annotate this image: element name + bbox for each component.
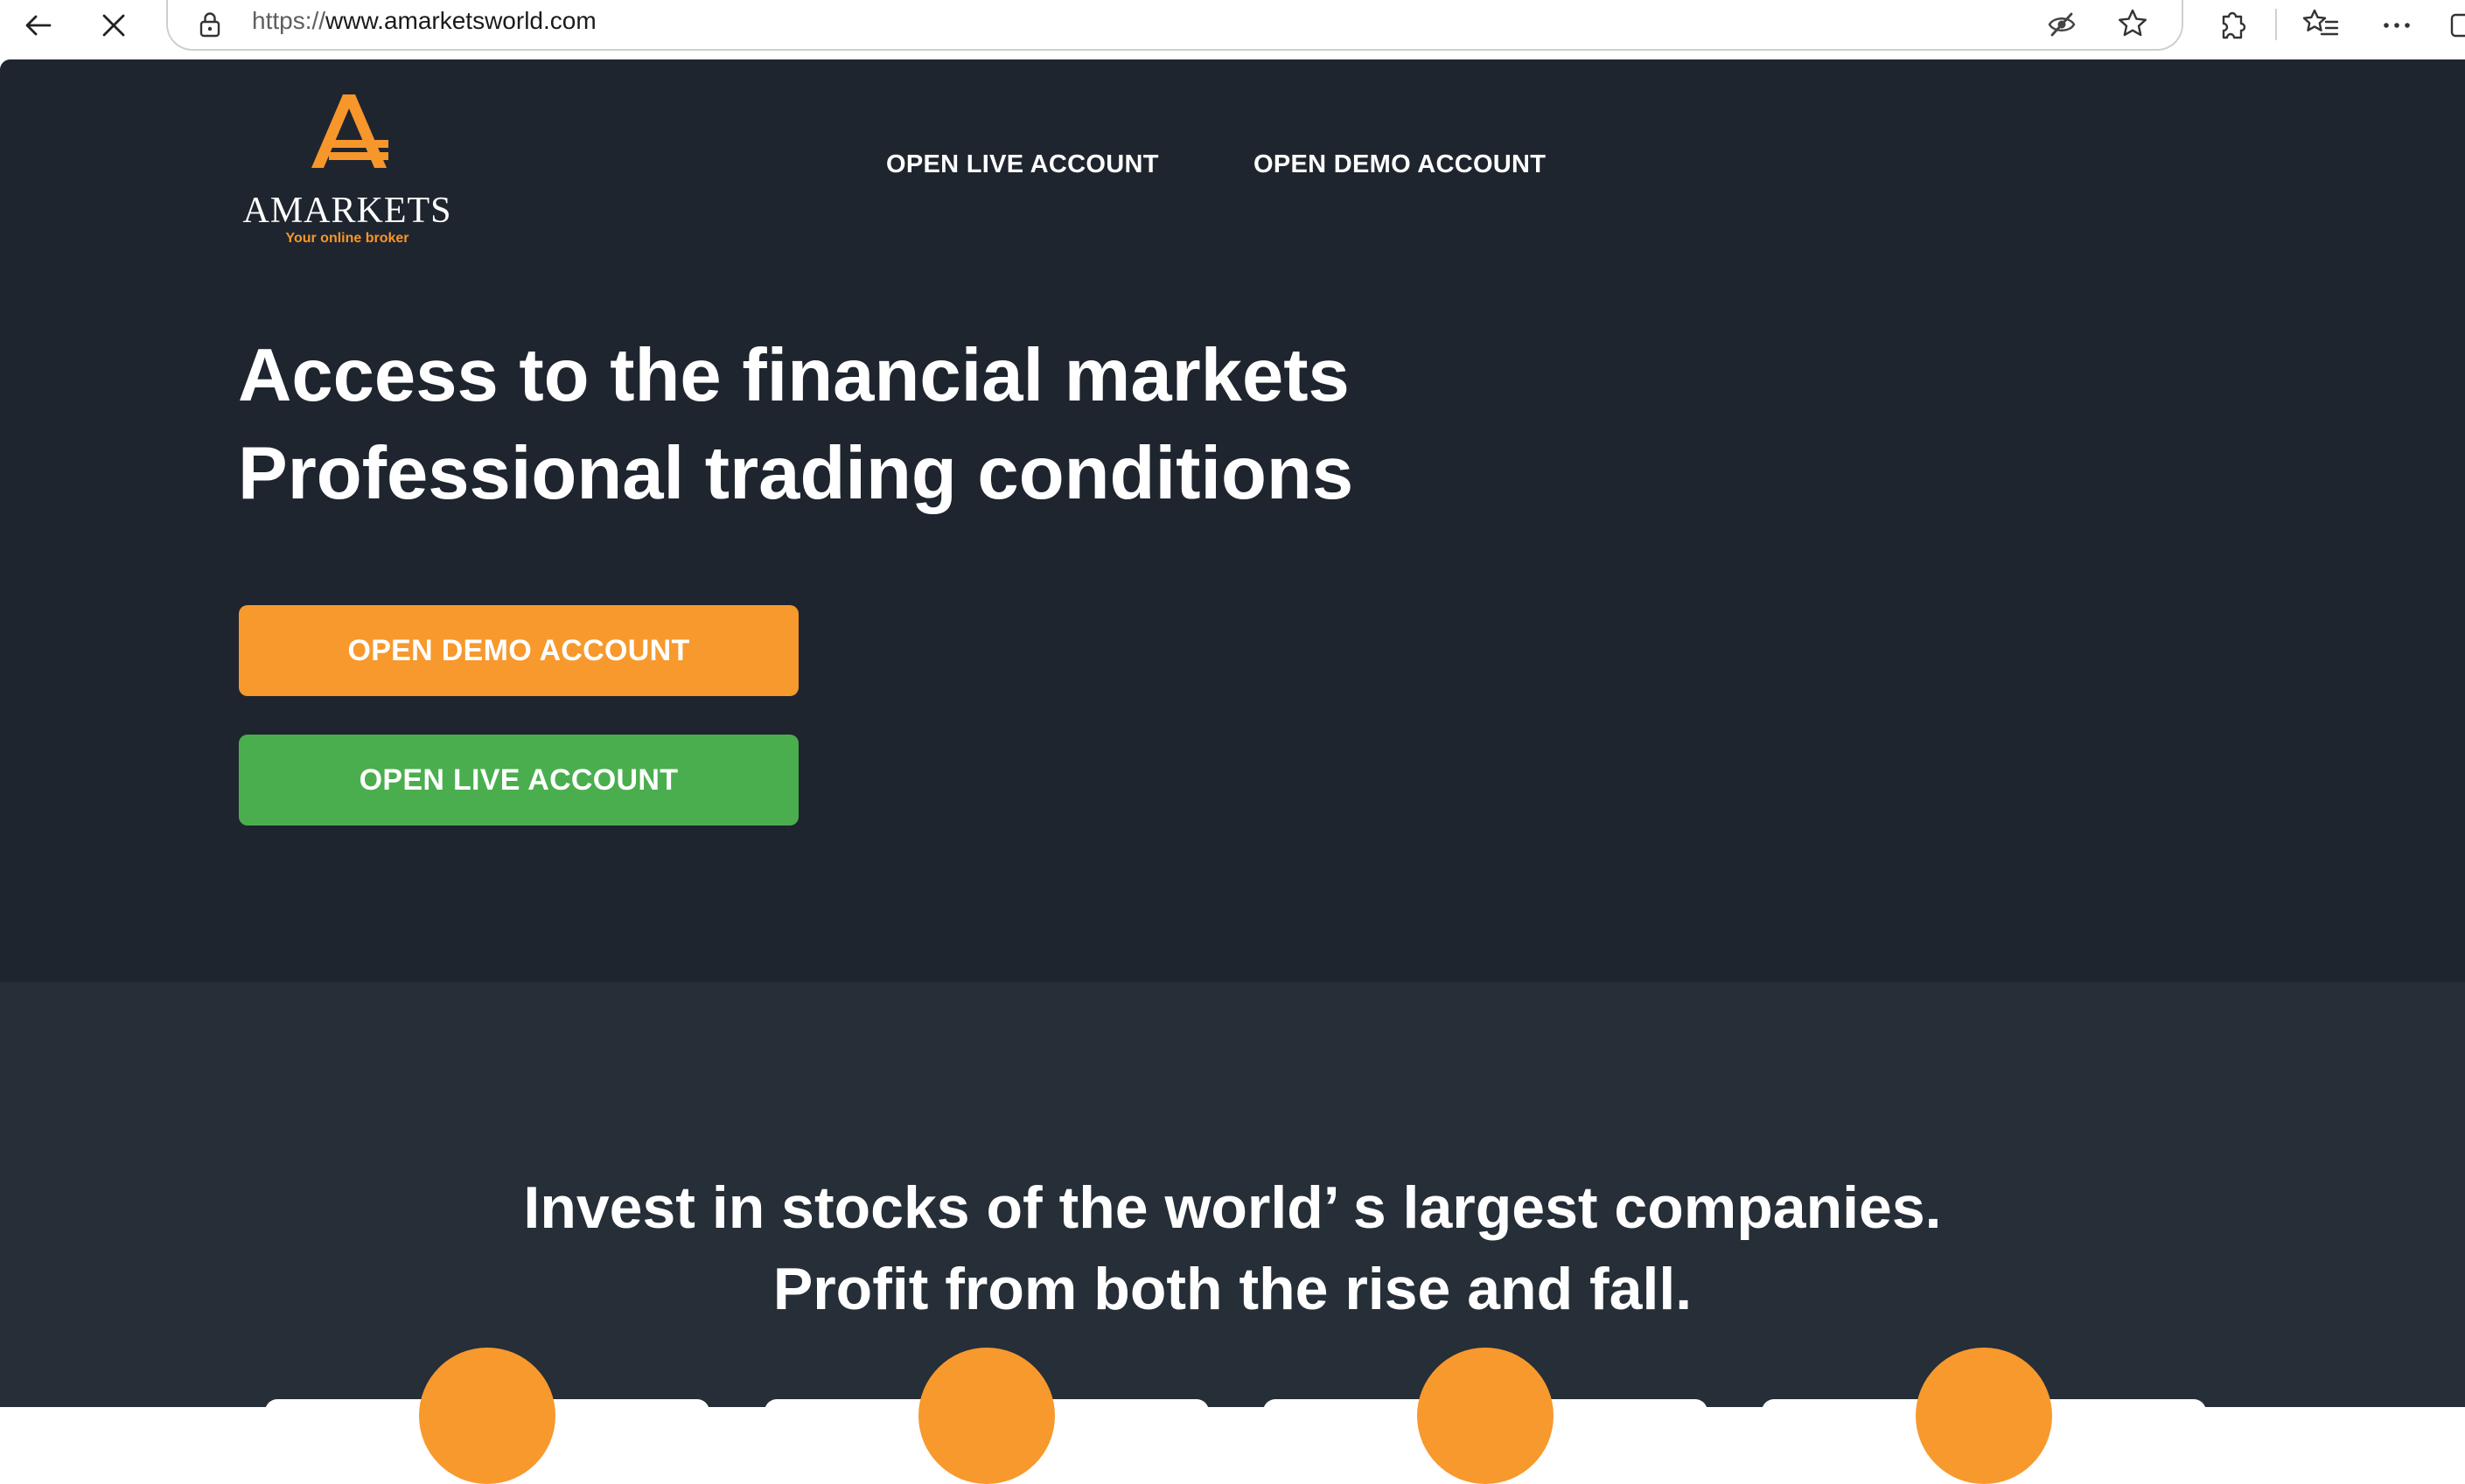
logo-tagline: Your online broker [285, 231, 409, 246]
logo-wordmark: AMARKETS [242, 191, 452, 231]
hero-title-line-2: Professional trading conditions [238, 432, 1354, 515]
lock-icon[interactable] [199, 11, 221, 38]
feature-badge-icon [419, 1348, 555, 1484]
more-icon[interactable] [2379, 8, 2414, 41]
hero-section: AMARKETS Your online broker OPEN LIVE AC… [0, 59, 2465, 982]
sidebar-icon[interactable] [2449, 8, 2465, 41]
url-protocol: https:// [252, 7, 326, 34]
feature-badge-icon [918, 1348, 1055, 1484]
nav-open-demo-account[interactable]: OPEN DEMO ACCOUNT [1253, 150, 1546, 179]
feature-badge-icon [1916, 1348, 2052, 1484]
favorite-star-icon[interactable] [2117, 8, 2148, 39]
stocks-title-line-1: Invest in stocks of the world’ s largest… [523, 1174, 1942, 1241]
stocks-title: Invest in stocks of the world’ s largest… [0, 1167, 2465, 1330]
amarkets-logo[interactable]: AMARKETS Your online broker [238, 89, 457, 246]
stop-loading-button[interactable] [84, 0, 143, 51]
tracking-prevention-icon[interactable] [2047, 10, 2077, 38]
hero-title-line-1: Access to the financial markets [238, 334, 1350, 417]
feature-badge-icon [1417, 1348, 1554, 1484]
logo-mark-icon [311, 94, 388, 168]
open-live-account-button[interactable]: OPEN LIVE ACCOUNT [239, 735, 799, 826]
stocks-title-line-2: Profit from both the rise and fall. [772, 1256, 1693, 1322]
nav-open-live-account[interactable]: OPEN LIVE ACCOUNT [886, 150, 1159, 179]
back-button[interactable] [9, 0, 68, 51]
stocks-section: Invest in stocks of the world’ s largest… [0, 982, 2465, 1407]
toolbar-divider [2275, 9, 2277, 40]
back-arrow-icon [25, 15, 52, 36]
url-text[interactable]: https://www.amarketsworld.com [252, 7, 597, 35]
extensions-icon[interactable] [2217, 8, 2248, 41]
hero-title: Access to the financial markets Professi… [238, 327, 1353, 523]
address-bar[interactable]: https://www.amarketsworld.com [166, 0, 2183, 51]
url-host: www.amarketsworld.com [325, 7, 597, 34]
open-demo-account-button[interactable]: OPEN DEMO ACCOUNT [239, 605, 799, 696]
web-page: AMARKETS Your online broker OPEN LIVE AC… [0, 59, 2465, 1407]
favorites-icon[interactable] [2302, 8, 2339, 41]
close-icon [102, 14, 125, 37]
browser-toolbar: https://www.amarketsworld.com [0, 0, 2465, 59]
